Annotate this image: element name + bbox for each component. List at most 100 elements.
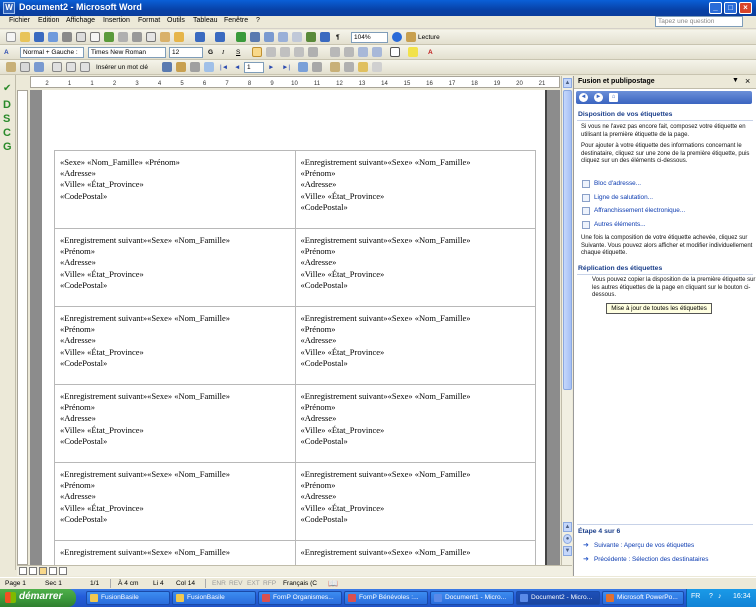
font-size-select[interactable]: 12	[169, 47, 203, 58]
decrease-indent-icon[interactable]	[358, 47, 368, 57]
scroll-thumb[interactable]	[563, 90, 572, 390]
reading-view-icon[interactable]	[59, 567, 67, 575]
match-fields-icon[interactable]	[190, 62, 200, 72]
maximize-button[interactable]: □	[724, 2, 737, 14]
label-cell[interactable]: «Enregistrement suivant»«Sexe» «Nom_Fami…	[54, 228, 296, 307]
back-icon[interactable]: ◄	[579, 93, 588, 102]
merge-to-document-icon[interactable]	[330, 62, 340, 72]
taskbar-app-document1[interactable]: Document1 - Micro...	[430, 591, 514, 605]
numbering-icon[interactable]	[330, 47, 340, 57]
highlight-icon[interactable]	[408, 47, 418, 57]
label-cell[interactable]: «Sexe» «Nom_Famille» «Prénom» «Adresse» «V…	[54, 150, 296, 229]
tray-volume-icon[interactable]: ♪	[718, 593, 722, 600]
address-block-icon[interactable]	[52, 62, 62, 72]
label-cell[interactable]: «Enregistrement suivant»«Sexe» «Nom_Fami…	[54, 384, 296, 463]
redo-icon[interactable]	[215, 32, 225, 42]
menu-affichage[interactable]: Affichage	[66, 17, 95, 24]
styles-formatting-icon[interactable]: A	[4, 47, 9, 58]
home-icon[interactable]: ⌂	[609, 93, 618, 102]
first-record-icon[interactable]: |◄	[220, 62, 228, 73]
taskbar-app-fusionbasile-2[interactable]: FusionBasile	[172, 591, 256, 605]
previous-record-icon[interactable]: ◄	[234, 62, 240, 73]
insert-word-field-button[interactable]: Insérer un mot clé	[96, 62, 148, 73]
start-button[interactable]: démarrer	[0, 589, 76, 607]
status-track-changes[interactable]: REV	[229, 579, 243, 588]
insert-table-icon[interactable]	[264, 32, 274, 42]
status-extend[interactable]: EXT	[247, 579, 260, 588]
hyperlink-icon[interactable]	[236, 32, 246, 42]
email-icon[interactable]	[62, 32, 72, 42]
main-doc-setup-icon[interactable]	[6, 62, 16, 72]
checkmark-icon[interactable]: ✔	[3, 83, 11, 94]
previous-page-icon[interactable]: ▲	[563, 522, 572, 532]
vertical-scrollbar[interactable]: ▲ ▲ ● ▼	[561, 76, 572, 565]
normal-view-icon[interactable]	[19, 567, 27, 575]
label-cell[interactable]: «Enregistrement suivant»«Sexe» «Nom_Fami…	[54, 306, 296, 385]
status-overtype[interactable]: RFP	[263, 579, 276, 588]
task-pane-close-icon[interactable]: ×	[745, 76, 750, 86]
check-errors-icon[interactable]	[312, 62, 322, 72]
greeting-line-icon[interactable]	[66, 62, 76, 72]
label-cell[interactable]: «Enregistrement suivant»«Sexe» «Nom_Fami…	[294, 540, 536, 565]
menu-insertion[interactable]: Insertion	[103, 17, 130, 24]
outline-view-icon[interactable]	[49, 567, 57, 575]
help-question-input[interactable]: Tapez une question	[655, 16, 743, 27]
highlight-merge-fields-icon[interactable]	[176, 62, 186, 72]
bold-icon[interactable]: G	[208, 47, 213, 58]
tray-help-icon[interactable]: ?	[709, 593, 713, 600]
font-color-icon[interactable]: A	[428, 47, 433, 58]
copy-icon[interactable]	[146, 32, 156, 42]
spelling-icon[interactable]	[104, 32, 114, 42]
next-page-icon[interactable]: ▼	[563, 546, 572, 556]
save-icon[interactable]	[34, 32, 44, 42]
menu-help[interactable]: ?	[256, 17, 260, 24]
permission-icon[interactable]	[48, 32, 58, 42]
scroll-up-icon[interactable]: ▲	[563, 78, 572, 88]
border-icon[interactable]	[390, 47, 400, 57]
menu-fichier[interactable]: Fichier	[9, 17, 30, 24]
taskbar-app-fusionbasile-1[interactable]: FusionBasile	[86, 591, 170, 605]
forward-icon[interactable]: ►	[594, 93, 603, 102]
label-cell[interactable]: «Enregistrement suivant»«Sexe» «Nom_Fami…	[294, 306, 536, 385]
underline-icon[interactable]: S	[236, 47, 240, 58]
vertical-ruler[interactable]	[17, 90, 28, 565]
menu-edition[interactable]: Edition	[38, 17, 59, 24]
word-app-icon[interactable]: W	[3, 2, 15, 14]
label-cell[interactable]: «Enregistrement suivant»«Sexe» «Nom_Fami…	[294, 228, 536, 307]
paste-icon[interactable]	[160, 32, 170, 42]
electronic-postage-link[interactable]: Affranchissement électronique...	[594, 207, 685, 214]
format-painter-icon[interactable]	[174, 32, 184, 42]
horizontal-ruler[interactable]: 2 1 1 2 3 4 5 6 7 8 9 10 11 12 13 14 15 16 17 18 19 20 21	[30, 76, 560, 88]
merge-to-email-icon[interactable]	[358, 62, 368, 72]
bullets-icon[interactable]	[344, 47, 354, 57]
cut-icon[interactable]	[132, 32, 142, 42]
font-select[interactable]: Times New Roman	[88, 47, 166, 58]
dscg-letter-s[interactable]: S	[3, 113, 10, 125]
label-cell[interactable]: «Enregistrement suivant»«Sexe» «Nom_Fami…	[294, 462, 536, 541]
dscg-letter-g[interactable]: G	[3, 141, 12, 153]
label-cell[interactable]: «Enregistrement suivant»«Sexe» «Nom_Fami…	[294, 150, 536, 229]
undo-icon[interactable]	[195, 32, 205, 42]
label-cell[interactable]: «Enregistrement suivant»«Sexe» «Nom_Fami…	[294, 384, 536, 463]
columns-icon[interactable]	[292, 32, 302, 42]
italic-icon[interactable]: I	[222, 47, 224, 58]
align-center-icon[interactable]	[266, 47, 276, 57]
merge-to-fax-icon[interactable]	[372, 62, 382, 72]
taskbar-app-document2[interactable]: Document2 - Micro...	[516, 591, 600, 605]
more-items-link[interactable]: Autres éléments...	[594, 221, 646, 228]
print-icon[interactable]	[76, 32, 86, 42]
insert-excel-icon[interactable]	[278, 32, 288, 42]
status-record-macro[interactable]: ENR	[212, 579, 226, 588]
document-map-icon[interactable]	[320, 32, 330, 42]
new-document-icon[interactable]	[6, 32, 16, 42]
tables-borders-icon[interactable]	[250, 32, 260, 42]
align-left-icon[interactable]	[252, 47, 262, 57]
dscg-letter-c[interactable]: C	[3, 127, 11, 139]
label-cell[interactable]: «Enregistrement suivant»«Sexe» «Nom_Fami…	[54, 462, 296, 541]
reading-layout-label[interactable]: Lecture	[418, 32, 440, 43]
style-select[interactable]: Normal + Gauche :	[20, 47, 84, 58]
line-spacing-icon[interactable]	[308, 47, 318, 57]
print-view-icon[interactable]	[39, 567, 47, 575]
help-icon[interactable]	[392, 32, 402, 42]
greeting-line-link[interactable]: Ligne de salutation...	[594, 194, 653, 201]
